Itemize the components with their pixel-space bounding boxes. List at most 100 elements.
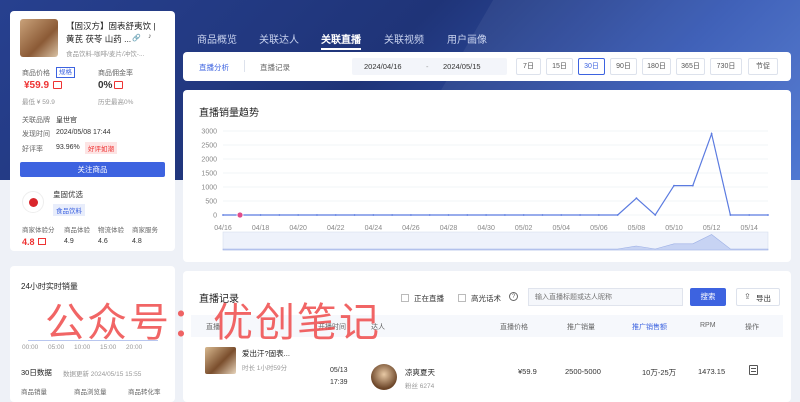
y-tick-label: 2500 <box>201 143 217 150</box>
tab-live[interactable]: 关联直播 <box>321 31 361 50</box>
data-point <box>729 214 732 216</box>
realtime-tick-0: 00:00 <box>22 344 39 351</box>
data-point <box>673 184 675 187</box>
range-30d[interactable]: 30日 <box>578 58 605 75</box>
date-start[interactable]: 2024/04/16 <box>364 62 402 71</box>
shop-logo[interactable] <box>22 191 44 213</box>
data-point <box>767 214 769 216</box>
col-rpm[interactable]: RPM <box>700 322 716 329</box>
range-365d[interactable]: 365日 <box>676 58 705 75</box>
data-point <box>259 214 262 216</box>
data-point <box>466 214 469 216</box>
range-promo[interactable]: 节促 <box>748 58 778 75</box>
search-button[interactable]: 搜索 <box>690 288 726 306</box>
highlight-checkbox-label[interactable]: 高光话术 <box>471 293 501 304</box>
export-label: 导出 <box>756 294 771 303</box>
shop-score-header-0: 商家体验分 <box>22 227 55 234</box>
range-730d[interactable]: 730日 <box>710 58 742 75</box>
data-point <box>410 214 412 216</box>
live-checkbox-label[interactable]: 正在直播 <box>414 293 444 304</box>
x-tick-label: 05/06 <box>590 225 608 232</box>
help-icon[interactable]: ? <box>509 292 518 301</box>
thirty-day-title: 30日数据 <box>21 368 52 377</box>
subtab-records[interactable]: 直播记录 <box>260 62 290 73</box>
product-card: 【固汉方】固表舒夷饮 | 黄芪 茯苓 山药 ... 🔗 ♪ 食品饮料-咖啡/麦片… <box>10 11 175 251</box>
x-tick-label: 04/26 <box>402 225 420 232</box>
data-point <box>334 214 337 216</box>
x-tick-label: 05/14 <box>740 225 758 232</box>
data-point <box>278 214 281 216</box>
data-point <box>503 214 506 216</box>
product-subtitle: 黄芪 茯苓 山药 ... <box>66 34 132 44</box>
shop-score-value-1: 4.9 <box>64 238 74 245</box>
range-15d[interactable]: 15日 <box>546 58 573 75</box>
detail-icon[interactable] <box>749 365 758 375</box>
date-end[interactable]: 2024/05/15 <box>443 62 481 71</box>
data-point <box>522 214 525 216</box>
streamer-fans: 粉丝 6274 <box>405 383 435 390</box>
shop-score-header-2: 物流体验 <box>98 227 124 234</box>
col-sales[interactable]: 推广销量 <box>567 322 595 332</box>
commission-label: 商品佣金率 <box>98 70 133 77</box>
link-icon[interactable]: 🔗 <box>132 34 141 42</box>
date-separator: - <box>426 62 429 71</box>
douyin-icon[interactable]: ♪ <box>148 33 152 40</box>
thirty-col-0: 商品销量 <box>21 389 47 396</box>
tab-overview[interactable]: 商品概览 <box>197 31 237 46</box>
rating-value: 93.96% <box>56 144 80 151</box>
time-value: 2024/05/08 17:44 <box>56 129 111 136</box>
x-tick-label: 05/08 <box>628 225 646 232</box>
product-price: ¥59.9 <box>24 80 50 91</box>
streamer-avatar[interactable] <box>371 364 397 390</box>
shop-score-value-2: 4.6 <box>98 238 108 245</box>
tab-videos[interactable]: 关联视频 <box>384 31 424 46</box>
search-input[interactable] <box>528 288 683 306</box>
product-image[interactable] <box>20 19 58 57</box>
data-point <box>447 214 450 216</box>
data-point <box>316 214 318 216</box>
row-price: ¥59.9 <box>518 367 537 376</box>
shop-tag: 食品饮料 <box>53 204 85 216</box>
product-title[interactable]: 【固汉方】固表舒夷饮 | <box>66 20 156 32</box>
rating-label: 好评率 <box>22 146 43 153</box>
thirty-col-1: 商品浏览量 <box>74 389 107 396</box>
price-label: 商品价格 <box>22 70 50 77</box>
live-sales-chart[interactable]: 3000 2500 2000 1500 1000 500 0 04/16 04/18 04/20 0… <box>183 90 791 262</box>
live-title[interactable]: 爱出汗?固表... <box>242 348 290 359</box>
tab-audience[interactable]: 用户画像 <box>447 31 487 46</box>
data-point <box>597 214 600 216</box>
shop-score-icon <box>38 238 46 245</box>
x-tick-label: 05/10 <box>665 225 683 232</box>
subtab-divider <box>244 60 245 72</box>
brand-value[interactable]: 皇世官 <box>56 115 77 125</box>
follow-button[interactable]: 关注商品 <box>20 162 165 177</box>
streamer-name[interactable]: 凉爽夏天 <box>405 367 435 378</box>
shop-name[interactable]: 皇固优选 <box>53 189 83 200</box>
shop-score-header-3: 商家服务 <box>132 227 158 234</box>
spec-badge[interactable]: 规格 <box>56 67 75 78</box>
shop-score-value-0: 4.8 <box>22 237 35 247</box>
export-button[interactable]: ⇪ 导出 <box>736 288 780 306</box>
shop-score-value-3: 4.8 <box>132 238 142 245</box>
data-point <box>560 214 563 216</box>
row-sales: 2500-5000 <box>565 367 601 376</box>
col-action: 操作 <box>745 324 759 331</box>
live-checkbox[interactable] <box>401 294 409 302</box>
trend-icon[interactable] <box>53 81 62 89</box>
range-180d[interactable]: 180日 <box>642 58 671 75</box>
col-price[interactable]: 直播价格 <box>500 322 528 332</box>
commission-trend-icon[interactable] <box>114 81 123 89</box>
data-updated: 数据更新 2024/05/15 15:55 <box>63 371 142 378</box>
tab-influencers[interactable]: 关联达人 <box>259 31 299 46</box>
data-point <box>391 214 394 216</box>
x-tick-label: 04/20 <box>289 225 307 232</box>
rating-badge: 好评如潮 <box>85 142 117 154</box>
live-thumbnail[interactable] <box>205 347 236 374</box>
y-tick-label: 1000 <box>201 185 217 192</box>
data-point <box>748 214 751 216</box>
subtab-analysis[interactable]: 直播分析 <box>199 62 229 73</box>
col-revenue[interactable]: 推广销售额 <box>632 322 667 332</box>
range-90d[interactable]: 90日 <box>610 58 637 75</box>
highlight-checkbox[interactable] <box>458 294 466 302</box>
range-7d[interactable]: 7日 <box>516 58 541 75</box>
